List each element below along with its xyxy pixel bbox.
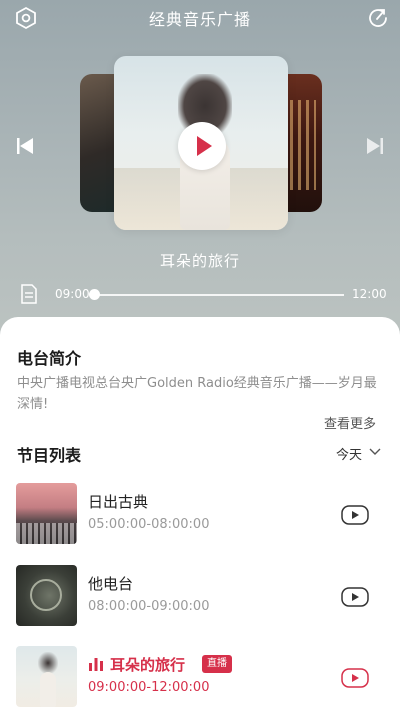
live-badge: 直播 (202, 655, 232, 673)
program-item[interactable]: 他电台 08:00:00-09:00:00 (0, 565, 400, 629)
play-icon[interactable] (341, 505, 369, 525)
equalizer-icon (89, 658, 103, 671)
progress-knob[interactable] (89, 289, 100, 300)
now-playing-title: 耳朵的旅行 (159, 252, 240, 270)
next-icon[interactable] (366, 136, 384, 156)
intro-text: 中央广播电视总台央广Golden Radio经典音乐广播——岁月最深情! (17, 376, 377, 412)
progress-track[interactable] (94, 294, 344, 296)
see-more-link[interactable]: 查看更多 (324, 413, 376, 432)
refresh-icon[interactable] (366, 6, 390, 30)
play-icon[interactable] (341, 587, 369, 607)
intro-heading: 电台简介 (17, 349, 82, 368)
program-list-heading: 节目列表 (17, 446, 82, 465)
day-selector[interactable]: 今天 (336, 444, 381, 463)
program-hours: 08:00:00-09:00:00 (88, 599, 210, 614)
previous-icon[interactable] (16, 136, 34, 156)
play-button[interactable] (178, 122, 226, 170)
program-thumbnail (16, 565, 77, 626)
document-icon[interactable] (20, 284, 38, 304)
program-item[interactable]: 日出古典 05:00:00-08:00:00 (0, 483, 400, 547)
day-selector-label: 今天 (336, 448, 363, 463)
chevron-down-icon (369, 448, 381, 455)
player-area: 经典音乐广播 耳朵的旅行 09:00 12:00 (0, 0, 400, 340)
program-name: 他电台 (88, 575, 134, 593)
program-hours: 05:00:00-08:00:00 (88, 517, 210, 532)
program-name: 日出古典 (88, 493, 149, 511)
top-bar: 经典音乐广播 (0, 0, 400, 36)
program-thumbnail (16, 646, 77, 707)
play-icon[interactable] (341, 668, 369, 688)
program-hours: 09:00:00-12:00:00 (88, 680, 210, 695)
time-end: 12:00 (352, 287, 387, 301)
program-item-live[interactable]: 耳朵的旅行 直播 09:00:00-12:00:00 (0, 646, 400, 710)
progress-row: 09:00 12:00 (0, 282, 400, 308)
time-start: 09:00 (55, 287, 90, 301)
program-thumbnail (16, 483, 77, 544)
program-name: 耳朵的旅行 (110, 656, 186, 674)
page-title: 经典音乐广播 (148, 10, 251, 29)
info-sheet: 电台简介 中央广播电视总台央广Golden Radio经典音乐广播——岁月最深情… (0, 317, 400, 710)
